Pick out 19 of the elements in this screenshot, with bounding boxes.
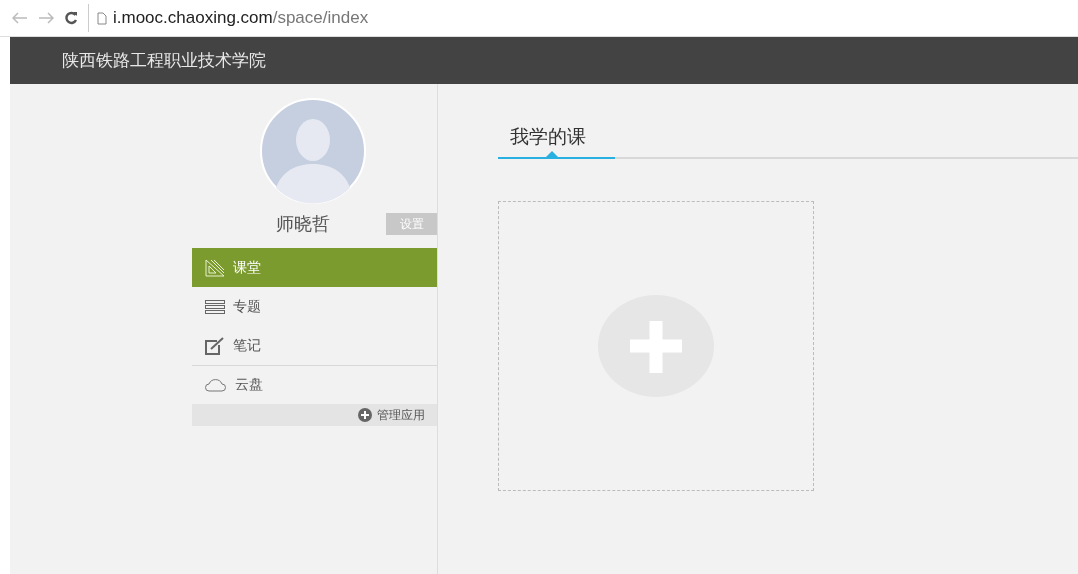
cloud-icon xyxy=(205,378,227,392)
ruler-icon xyxy=(205,258,225,277)
manage-apps-button[interactable]: 管理应用 xyxy=(192,404,437,426)
avatar-icon xyxy=(260,98,366,204)
reload-icon[interactable] xyxy=(64,11,78,25)
list-icon xyxy=(205,299,225,314)
forward-icon[interactable] xyxy=(38,12,54,24)
page-icon xyxy=(97,11,107,25)
address-field[interactable]: i.mooc.chaoxing.com/space/index xyxy=(88,4,369,32)
add-course-card[interactable] xyxy=(498,201,814,491)
edit-icon xyxy=(205,336,225,355)
school-title: 陕西铁路工程职业技术学院 xyxy=(62,49,266,72)
user-name: 师晓哲 xyxy=(276,212,330,236)
add-icon xyxy=(597,294,715,398)
menu-item[interactable]: 笔记 xyxy=(192,326,437,365)
back-icon[interactable] xyxy=(12,12,28,24)
tab[interactable]: 我学的课 xyxy=(498,124,615,159)
add-icon xyxy=(358,408,372,422)
menu-item[interactable]: 专题 xyxy=(192,287,437,326)
